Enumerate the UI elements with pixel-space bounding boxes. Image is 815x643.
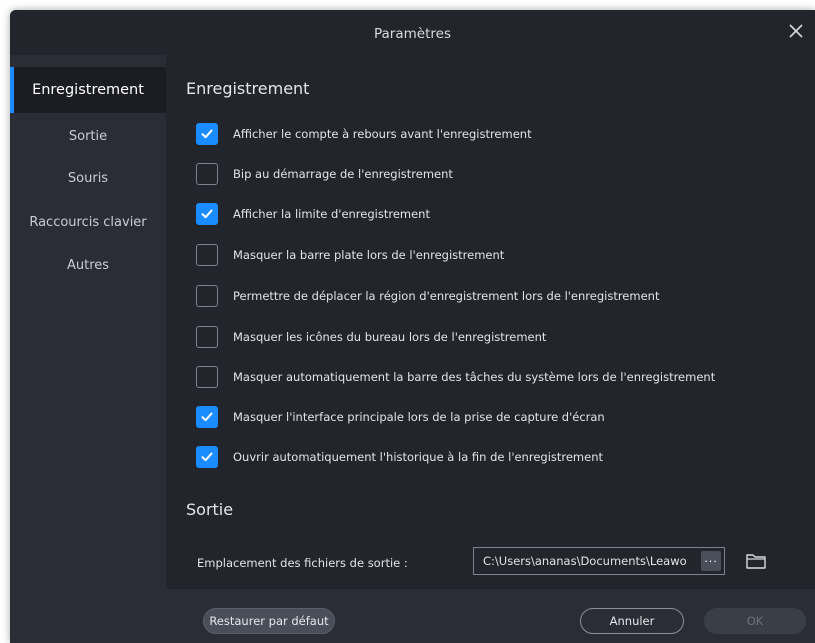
sidebar-item-sortie[interactable]: Sortie bbox=[10, 113, 166, 159]
sidebar-item-enregistrement[interactable]: Enregistrement bbox=[10, 67, 166, 113]
option-label: Ouvrir automatiquement l'historique à la… bbox=[233, 450, 604, 464]
sidebar-item-label: Souris bbox=[67, 170, 109, 186]
active-indicator bbox=[10, 67, 14, 113]
checkmark-icon bbox=[201, 412, 213, 422]
ok-button[interactable]: OK bbox=[704, 608, 806, 634]
output-location-label: Emplacement des fichiers de sortie : bbox=[197, 556, 408, 570]
title-bar: Paramètres bbox=[10, 10, 815, 55]
option-label: Masquer les icônes du bureau lors de l'e… bbox=[233, 330, 547, 344]
sidebar-item-autres[interactable]: Autres bbox=[10, 242, 166, 288]
checkbox[interactable] bbox=[196, 446, 218, 468]
restore-defaults-button[interactable]: Restaurer par défaut bbox=[203, 608, 335, 634]
settings-dialog: Paramètres Enregistrement Sortie Souris … bbox=[10, 10, 815, 643]
option-hide-desktop-icons[interactable]: Masquer les icônes du bureau lors de l'e… bbox=[196, 324, 546, 350]
cancel-button[interactable]: Annuler bbox=[580, 608, 684, 634]
recording-section-title: Enregistrement bbox=[186, 79, 310, 98]
output-section-title: Sortie bbox=[186, 500, 234, 519]
browse-button[interactable]: ··· bbox=[701, 551, 721, 571]
checkmark-icon bbox=[201, 129, 213, 139]
option-label: Afficher le compte à rebours avant l'enr… bbox=[233, 127, 532, 141]
sidebar: Enregistrement Sortie Souris Raccourcis … bbox=[10, 55, 166, 643]
checkmark-icon bbox=[201, 209, 213, 219]
sidebar-item-raccourcis-clavier[interactable]: Raccourcis clavier bbox=[10, 199, 166, 245]
close-icon[interactable] bbox=[785, 20, 807, 42]
option-move-region[interactable]: Permettre de déplacer la région d'enregi… bbox=[196, 283, 659, 309]
checkbox[interactable] bbox=[196, 366, 218, 388]
option-label: Bip au démarrage de l'enregistrement bbox=[233, 167, 453, 181]
sidebar-item-label: Raccourcis clavier bbox=[29, 214, 147, 230]
checkbox[interactable] bbox=[196, 326, 218, 348]
option-label: Permettre de déplacer la région d'enregi… bbox=[233, 289, 660, 303]
option-label: Masquer automatiquement la barre des tâc… bbox=[233, 370, 716, 384]
sidebar-item-label: Sortie bbox=[68, 128, 108, 144]
checkbox[interactable] bbox=[196, 285, 218, 307]
option-open-history[interactable]: Ouvrir automatiquement l'historique à la… bbox=[196, 444, 603, 470]
sidebar-item-souris[interactable]: Souris bbox=[10, 155, 166, 201]
checkbox[interactable] bbox=[196, 244, 218, 266]
option-label: Afficher la limite d'enregistrement bbox=[233, 207, 430, 221]
output-path-field[interactable]: C:\Users\ananas\Documents\Leawo ··· bbox=[473, 547, 725, 575]
checkbox[interactable] bbox=[196, 203, 218, 225]
option-countdown[interactable]: Afficher le compte à rebours avant l'enr… bbox=[196, 121, 532, 147]
option-start-beep[interactable]: Bip au démarrage de l'enregistrement bbox=[196, 161, 453, 187]
checkbox[interactable] bbox=[196, 406, 218, 428]
option-label: Masquer la barre plate lors de l'enregis… bbox=[233, 248, 505, 262]
checkmark-icon bbox=[201, 452, 213, 462]
option-hide-flat-bar[interactable]: Masquer la barre plate lors de l'enregis… bbox=[196, 242, 504, 268]
folder-icon[interactable] bbox=[745, 551, 767, 571]
sidebar-item-label: Enregistrement bbox=[32, 82, 144, 98]
window-title: Paramètres bbox=[374, 26, 451, 42]
checkbox[interactable] bbox=[196, 163, 218, 185]
checkbox[interactable] bbox=[196, 123, 218, 145]
sidebar-item-label: Autres bbox=[66, 257, 110, 273]
output-path-value: C:\Users\ananas\Documents\Leawo bbox=[483, 554, 687, 568]
option-hide-taskbar[interactable]: Masquer automatiquement la barre des tâc… bbox=[196, 364, 715, 390]
option-show-limit[interactable]: Afficher la limite d'enregistrement bbox=[196, 201, 430, 227]
option-label: Masquer l'interface principale lors de l… bbox=[233, 410, 605, 424]
option-hide-main-interface[interactable]: Masquer l'interface principale lors de l… bbox=[196, 404, 605, 430]
